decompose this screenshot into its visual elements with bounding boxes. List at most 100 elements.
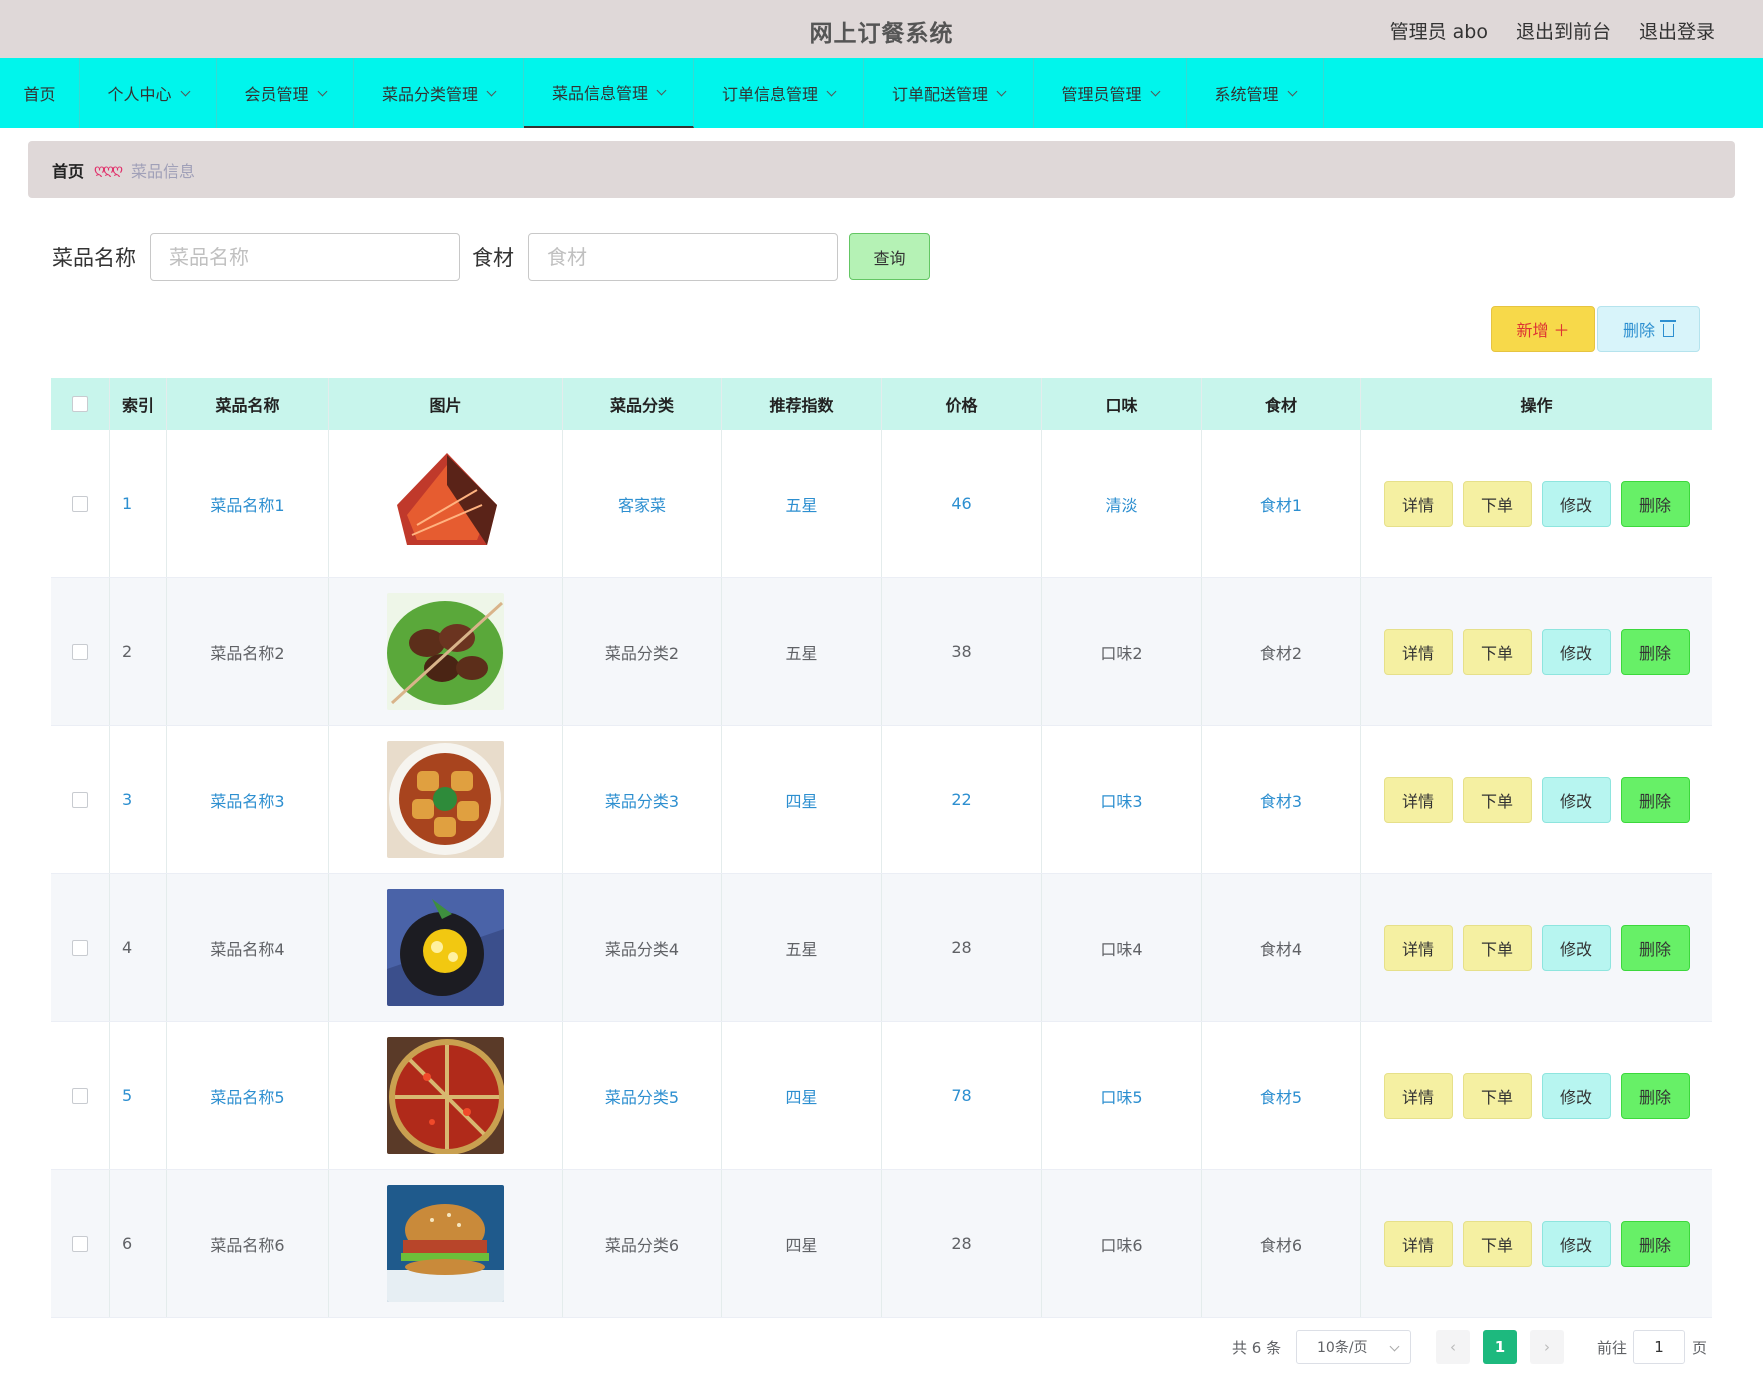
- nav-item-dish-management[interactable]: 菜品信息管理: [524, 58, 694, 128]
- row-actions: 详情 下单 修改 删除: [1383, 776, 1690, 823]
- row-select-cell: [51, 1170, 110, 1317]
- nav-item-system-management[interactable]: 系统管理: [1187, 58, 1324, 128]
- order-button[interactable]: 下单: [1462, 776, 1532, 823]
- column-header-rating: 推荐指数: [722, 378, 882, 430]
- back-to-front-link[interactable]: 退出到前台: [1516, 17, 1611, 44]
- pagination-total: 共 6 条: [1232, 1338, 1282, 1357]
- cell-flavor: 口味4: [1042, 874, 1202, 1021]
- search-bar: 菜品名称 食材: [52, 233, 838, 281]
- next-page-button[interactable]: ›: [1530, 1330, 1564, 1364]
- edit-button[interactable]: 修改: [1541, 628, 1611, 675]
- dish-name-input[interactable]: [150, 233, 460, 281]
- row-checkbox[interactable]: [72, 643, 88, 660]
- edit-button[interactable]: 修改: [1541, 924, 1611, 971]
- cell-flavor: 口味3: [1042, 726, 1202, 873]
- detail-button[interactable]: 详情: [1383, 628, 1453, 675]
- cell-rating: 五星: [722, 430, 882, 577]
- logout-link[interactable]: 退出登录: [1639, 17, 1715, 44]
- nav-item-personal-center[interactable]: 个人中心: [80, 58, 217, 128]
- nav-item-admin-management[interactable]: 管理员管理: [1034, 58, 1187, 128]
- detail-button[interactable]: 详情: [1383, 480, 1453, 527]
- row-checkbox[interactable]: [72, 791, 88, 808]
- edit-button[interactable]: 修改: [1541, 776, 1611, 823]
- batch-delete-button[interactable]: 删除: [1597, 306, 1700, 352]
- delete-button[interactable]: 删除: [1620, 1220, 1690, 1267]
- detail-button[interactable]: 详情: [1383, 776, 1453, 823]
- row-checkbox[interactable]: [72, 495, 88, 512]
- cell-image: [329, 726, 563, 873]
- order-button[interactable]: 下单: [1462, 924, 1532, 971]
- edit-button[interactable]: 修改: [1541, 1220, 1611, 1267]
- delete-button[interactable]: 删除: [1620, 480, 1690, 527]
- cell-flavor: 口味6: [1042, 1170, 1202, 1317]
- cell-index: 2: [110, 578, 167, 725]
- cell-category: 菜品分类5: [563, 1022, 722, 1169]
- nav-item-member-management[interactable]: 会员管理: [217, 58, 354, 128]
- query-button[interactable]: 查询: [849, 233, 930, 280]
- chevron-down-icon: [996, 86, 1007, 96]
- page-number-current[interactable]: 1: [1483, 1330, 1517, 1364]
- batch-delete-label: 删除: [1622, 321, 1655, 340]
- nav-item-order-management[interactable]: 订单信息管理: [694, 58, 864, 128]
- order-button[interactable]: 下单: [1462, 480, 1532, 527]
- chevron-left-icon: ‹: [1450, 1338, 1456, 1356]
- nav-item-home[interactable]: 首页: [0, 58, 80, 128]
- nav-item-category-management[interactable]: 菜品分类管理: [354, 58, 524, 128]
- chevron-right-icon: ›: [1544, 1338, 1550, 1356]
- chevron-down-icon: [826, 86, 837, 96]
- cell-category: 菜品分类4: [563, 874, 722, 1021]
- edit-button[interactable]: 修改: [1541, 1072, 1611, 1119]
- select-all-checkbox[interactable]: [72, 396, 88, 412]
- delete-button[interactable]: 删除: [1620, 776, 1690, 823]
- column-header-ingredient: 食材: [1202, 378, 1361, 430]
- column-header-name: 菜品名称: [167, 378, 329, 430]
- current-user-label[interactable]: 管理员 abo: [1390, 17, 1488, 44]
- cell-index: 6: [110, 1170, 167, 1317]
- row-checkbox[interactable]: [72, 939, 88, 956]
- cell-actions: 详情 下单 修改 删除: [1361, 578, 1712, 725]
- cell-ingredient: 食材2: [1202, 578, 1361, 725]
- cell-ingredient: 食材5: [1202, 1022, 1361, 1169]
- cell-image: [329, 578, 563, 725]
- delete-button[interactable]: 删除: [1620, 628, 1690, 675]
- breadcrumb-home[interactable]: 首页: [52, 158, 84, 182]
- row-select-cell: [51, 1022, 110, 1169]
- chevron-down-icon: [317, 86, 327, 96]
- cell-image: [329, 1170, 563, 1317]
- detail-button[interactable]: 详情: [1383, 1220, 1453, 1267]
- cell-dish-name: 菜品名称1: [167, 430, 329, 577]
- row-actions: 详情 下单 修改 删除: [1383, 480, 1690, 527]
- table-row: 3 菜品名称3 菜品分类3 四星 22 口味3 食材3 详情 下单 修改 删除: [51, 726, 1712, 874]
- edit-button[interactable]: 修改: [1541, 480, 1611, 527]
- order-button[interactable]: 下单: [1462, 1220, 1532, 1267]
- chevron-down-icon: [486, 86, 497, 96]
- breadcrumb: 首页 ღღღ 菜品信息: [28, 141, 1735, 198]
- delete-button[interactable]: 删除: [1620, 1072, 1690, 1119]
- cell-dish-name: 菜品名称6: [167, 1170, 329, 1317]
- cell-price: 38: [882, 578, 1042, 725]
- detail-button[interactable]: 详情: [1383, 924, 1453, 971]
- cell-image: [329, 1022, 563, 1169]
- detail-button[interactable]: 详情: [1383, 1072, 1453, 1119]
- nav-item-delivery-management[interactable]: 订单配送管理: [864, 58, 1034, 128]
- nav-item-label: 菜品信息管理: [551, 84, 648, 103]
- order-button[interactable]: 下单: [1462, 1072, 1532, 1119]
- add-button[interactable]: 新增 ＋: [1491, 306, 1595, 352]
- nav-item-label: 管理员管理: [1061, 85, 1142, 104]
- delete-button[interactable]: 删除: [1620, 924, 1690, 971]
- prev-page-button[interactable]: ‹: [1436, 1330, 1470, 1364]
- row-checkbox[interactable]: [72, 1087, 88, 1104]
- row-checkbox[interactable]: [72, 1235, 88, 1252]
- goto-page-input[interactable]: 1: [1633, 1330, 1685, 1364]
- ingredient-input[interactable]: [528, 233, 838, 281]
- cell-index: 4: [110, 874, 167, 1021]
- top-header: 网上订餐系统 管理员 abo 退出到前台 退出登录: [0, 0, 1763, 58]
- row-select-cell: [51, 578, 110, 725]
- goto-label: 前往: [1597, 1338, 1628, 1357]
- food-image-sauced-beef: [387, 445, 504, 562]
- page-size-select[interactable]: 10条/页: [1296, 1330, 1411, 1364]
- chevron-down-icon: [180, 86, 190, 96]
- cell-category: 菜品分类3: [563, 726, 722, 873]
- order-button[interactable]: 下单: [1462, 628, 1532, 675]
- cell-actions: 详情 下单 修改 删除: [1361, 1170, 1712, 1317]
